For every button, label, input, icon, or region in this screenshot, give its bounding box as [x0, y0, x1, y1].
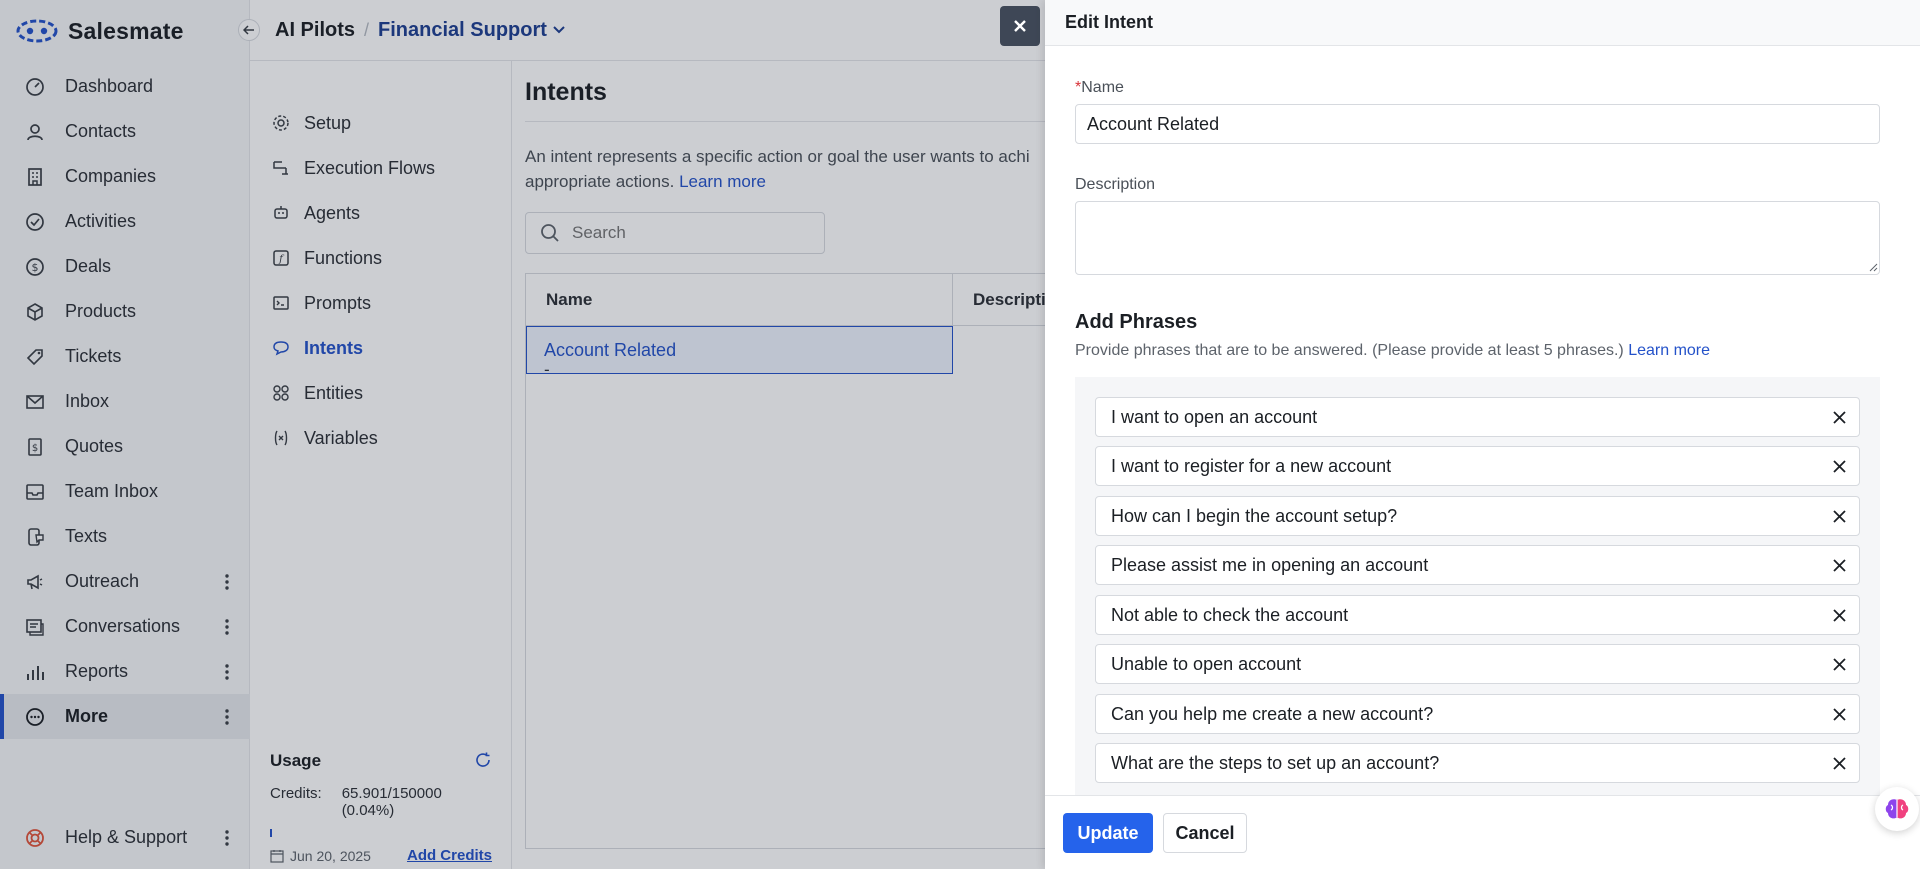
remove-phrase-button[interactable] [1829, 753, 1849, 773]
remove-phrase-button[interactable] [1829, 654, 1849, 674]
phrase-text[interactable]: I want to register for a new account [1111, 456, 1391, 477]
intent-description-textarea[interactable] [1075, 201, 1880, 275]
cancel-button[interactable]: Cancel [1163, 813, 1247, 853]
close-icon [1832, 410, 1846, 424]
phrase-list: I want to open an account I want to regi… [1075, 377, 1880, 797]
phrases-learn-more-link[interactable]: Learn more [1628, 342, 1710, 359]
description-field-label: Description [1075, 176, 1156, 193]
close-icon [1832, 608, 1846, 622]
phrase-text[interactable]: I want to open an account [1111, 407, 1317, 428]
remove-phrase-button[interactable] [1829, 456, 1849, 476]
phrase-text[interactable]: How can I begin the account setup? [1111, 506, 1397, 527]
remove-phrase-button[interactable] [1829, 704, 1849, 724]
phrase-text[interactable]: What are the steps to set up an account? [1111, 753, 1439, 774]
resize-handle-icon[interactable] [1869, 263, 1878, 272]
close-icon [1832, 756, 1846, 770]
name-field-label: *Name [1075, 79, 1124, 97]
phrase-item: What are the steps to set up an account? [1095, 743, 1860, 783]
remove-phrase-button[interactable] [1829, 407, 1849, 427]
phrase-item: How can I begin the account setup? [1095, 496, 1860, 536]
phrase-text[interactable]: Can you help me create a new account? [1111, 704, 1433, 725]
phrase-item: Please assist me in opening an account [1095, 545, 1860, 585]
remove-phrase-button[interactable] [1829, 555, 1849, 575]
phrase-text[interactable]: Unable to open account [1111, 654, 1301, 675]
remove-phrase-button[interactable] [1829, 506, 1849, 526]
add-phrases-subtitle: Provide phrases that are to be answered.… [1075, 342, 1710, 360]
drawer-title: Edit Intent [1045, 0, 1920, 46]
phrase-text[interactable]: Not able to check the account [1111, 605, 1348, 626]
brain-icon [1885, 799, 1909, 819]
edit-intent-drawer: Edit Intent *Name Description Add Phrase… [1045, 0, 1920, 869]
close-icon [1832, 707, 1846, 721]
drawer-footer: Update Cancel [1045, 795, 1920, 869]
phrase-item: I want to register for a new account [1095, 446, 1860, 486]
modal-backdrop[interactable] [0, 0, 1045, 869]
close-icon [1832, 558, 1846, 572]
phrase-item: Unable to open account [1095, 644, 1860, 684]
add-phrases-title: Add Phrases [1075, 311, 1198, 333]
phrase-item: Can you help me create a new account? [1095, 694, 1860, 734]
phrase-text[interactable]: Please assist me in opening an account [1111, 555, 1428, 576]
phrase-item: Not able to check the account [1095, 595, 1860, 635]
close-icon [1014, 20, 1026, 32]
close-icon [1832, 657, 1846, 671]
update-button[interactable]: Update [1063, 813, 1153, 853]
add-phrases-hint: Provide phrases that are to be answered.… [1075, 342, 1624, 359]
intent-name-input[interactable] [1075, 104, 1880, 144]
close-icon [1832, 509, 1846, 523]
name-label-text: Name [1081, 79, 1124, 96]
phrase-item: I want to open an account [1095, 397, 1860, 437]
ai-assistant-button[interactable] [1875, 787, 1919, 831]
close-drawer-button[interactable] [1000, 6, 1040, 46]
remove-phrase-button[interactable] [1829, 605, 1849, 625]
close-icon [1832, 459, 1846, 473]
